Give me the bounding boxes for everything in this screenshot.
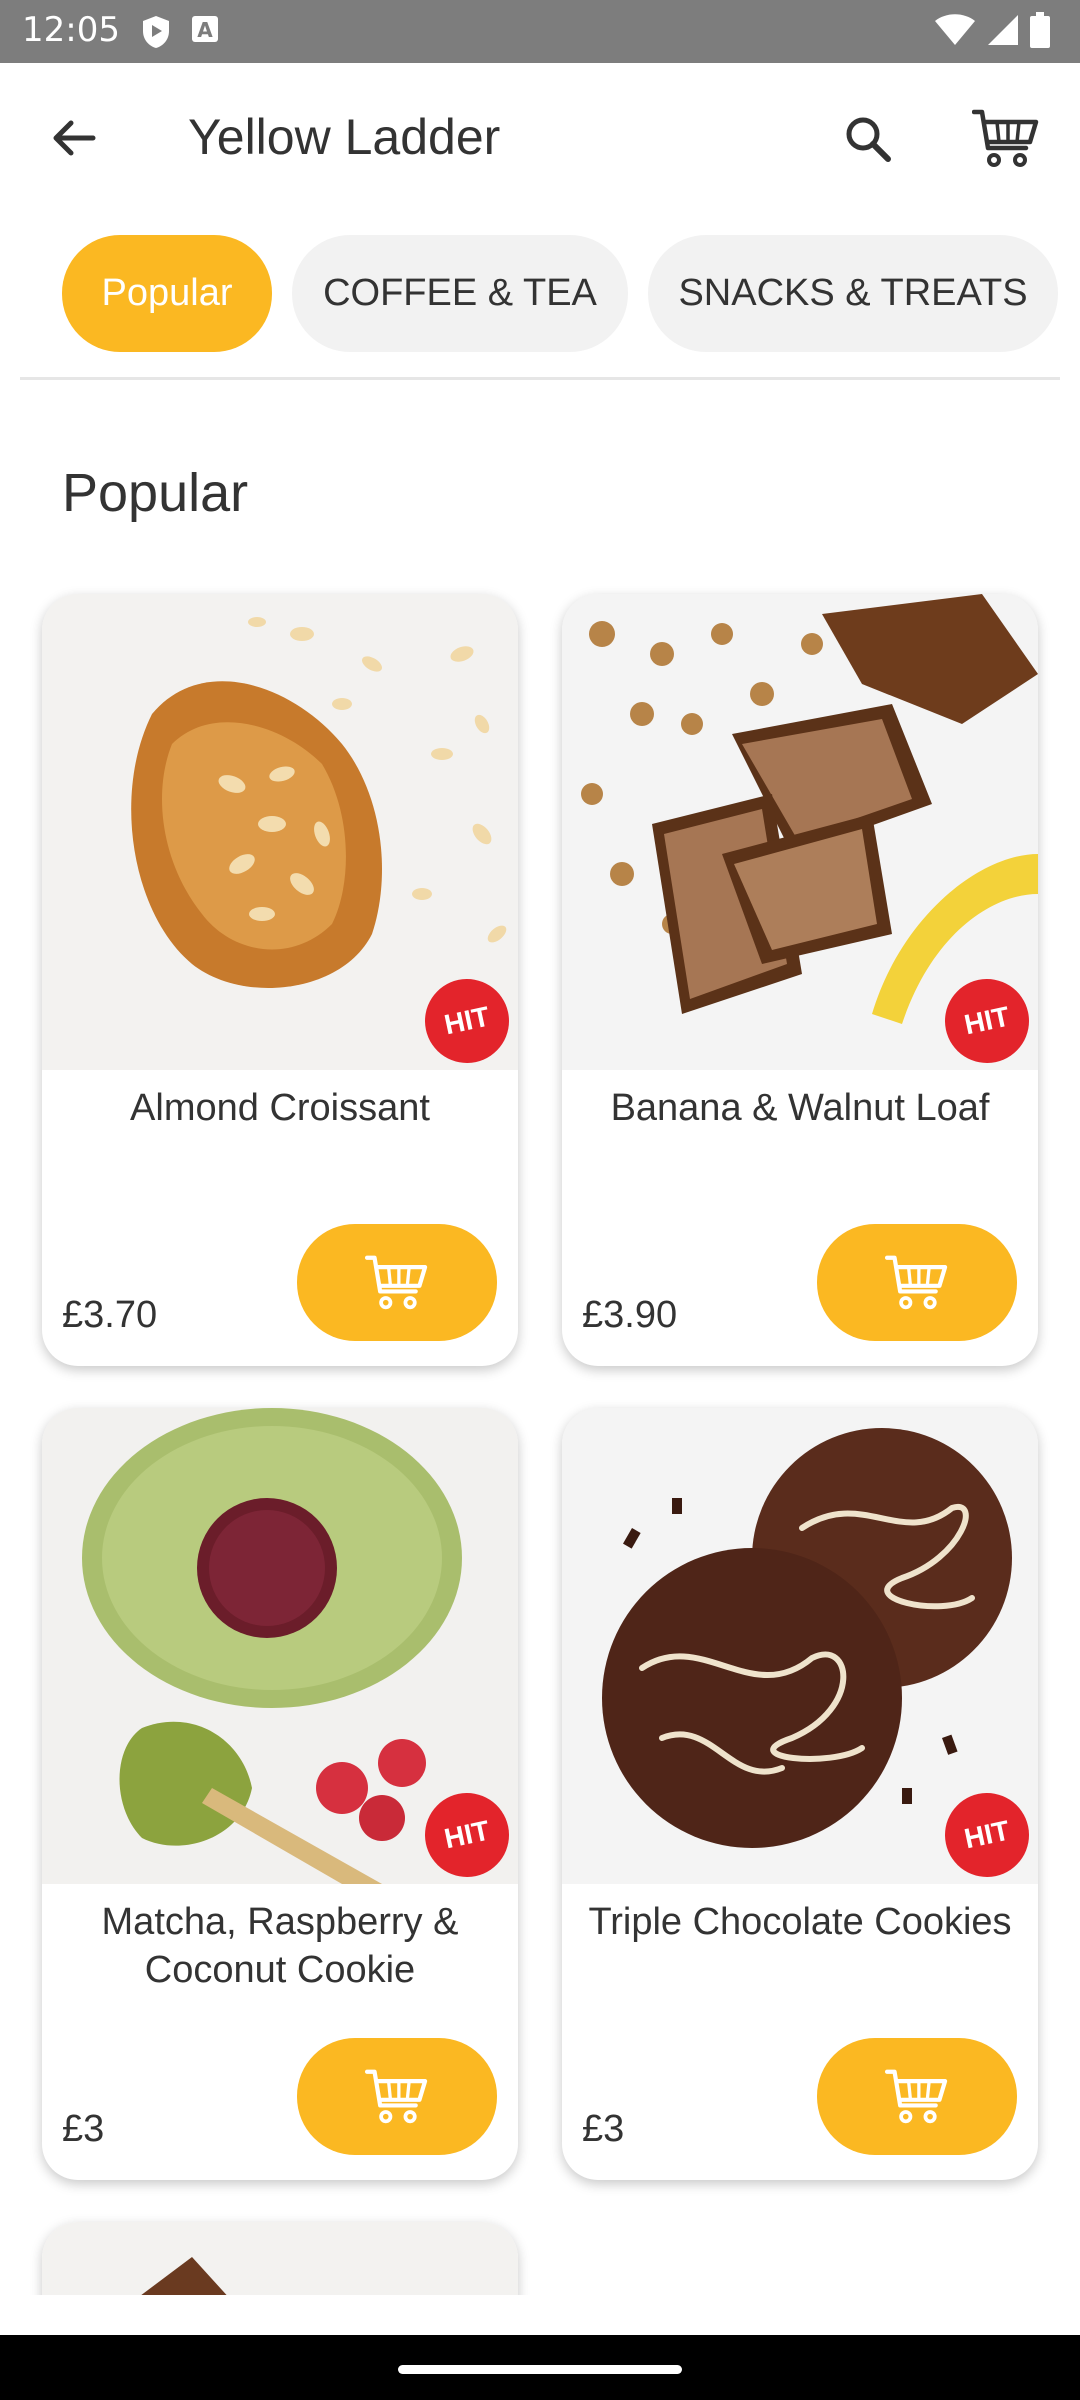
product-card[interactable]: HIT Almond Croissant £3.70 — [42, 594, 518, 1366]
tab-snacks-treats[interactable]: SNACKS & TREATS — [648, 235, 1058, 352]
search-icon — [846, 117, 891, 162]
add-to-cart-button[interactable] — [297, 2038, 497, 2155]
app-header: Yellow Ladder — [0, 63, 1080, 211]
play-protect-icon — [143, 16, 169, 48]
product-price: £3.90 — [582, 1294, 678, 1336]
product-card[interactable]: HIT Matcha, Raspberry & Coconut Cookie £… — [42, 1408, 518, 2180]
product-price: £3 — [62, 2108, 105, 2150]
wifi-icon — [935, 14, 975, 45]
keyboard-a-icon: A — [192, 16, 218, 42]
add-to-cart-button[interactable] — [817, 2038, 1017, 2155]
product-image: HIT — [42, 1408, 518, 1884]
category-tabs: Popular COFFEE & TEA SNACKS & TREATS — [0, 230, 1080, 355]
svg-text:A: A — [197, 18, 213, 42]
cart-icon — [972, 109, 1039, 167]
product-name: Matcha, Raspberry & Coconut Cookie — [101, 1901, 459, 1991]
status-time: 12:05 — [22, 10, 120, 50]
page-title: Yellow Ladder — [188, 109, 501, 165]
cart-button[interactable] — [966, 99, 1046, 179]
product-image: HIT — [562, 1408, 1038, 1884]
product-card[interactable]: HIT Banana & Walnut Loaf £3.90 — [562, 594, 1038, 1366]
system-nav-bar — [0, 2335, 1080, 2400]
product-card[interactable]: HIT Triple Chocolate Cookies £3 — [562, 1408, 1038, 2180]
content-clip — [0, 2295, 1080, 2335]
section-title: Popular — [62, 463, 249, 523]
add-to-cart-icon — [365, 1255, 428, 1309]
product-image: HIT — [562, 594, 1038, 1070]
notification-icons: A — [140, 14, 220, 50]
product-name: Triple Chocolate Cookies — [588, 1901, 1012, 1943]
product-price: £3 — [582, 2108, 625, 2150]
product-name: Banana & Walnut Loaf — [610, 1087, 990, 1129]
add-to-cart-icon — [885, 1255, 948, 1309]
back-arrow-icon — [53, 120, 96, 156]
add-to-cart-icon — [885, 2069, 948, 2123]
add-to-cart-button[interactable] — [297, 1224, 497, 1341]
product-image: HIT — [42, 594, 518, 1070]
product-name: Almond Croissant — [130, 1087, 430, 1129]
battery-icon — [1030, 12, 1050, 48]
tab-coffee-tea[interactable]: COFFEE & TEA — [292, 235, 628, 352]
back-button[interactable] — [40, 105, 106, 171]
signal-icon — [988, 15, 1018, 45]
home-gesture-handle[interactable] — [398, 2365, 682, 2374]
tabs-divider — [20, 377, 1060, 380]
tab-popular[interactable]: Popular — [62, 235, 272, 352]
search-button[interactable] — [832, 103, 904, 175]
product-price: £3.70 — [62, 1294, 158, 1336]
system-icons — [934, 12, 1050, 48]
status-bar: 12:05 A — [0, 0, 1080, 63]
add-to-cart-button[interactable] — [817, 1224, 1017, 1341]
add-to-cart-icon — [365, 2069, 428, 2123]
